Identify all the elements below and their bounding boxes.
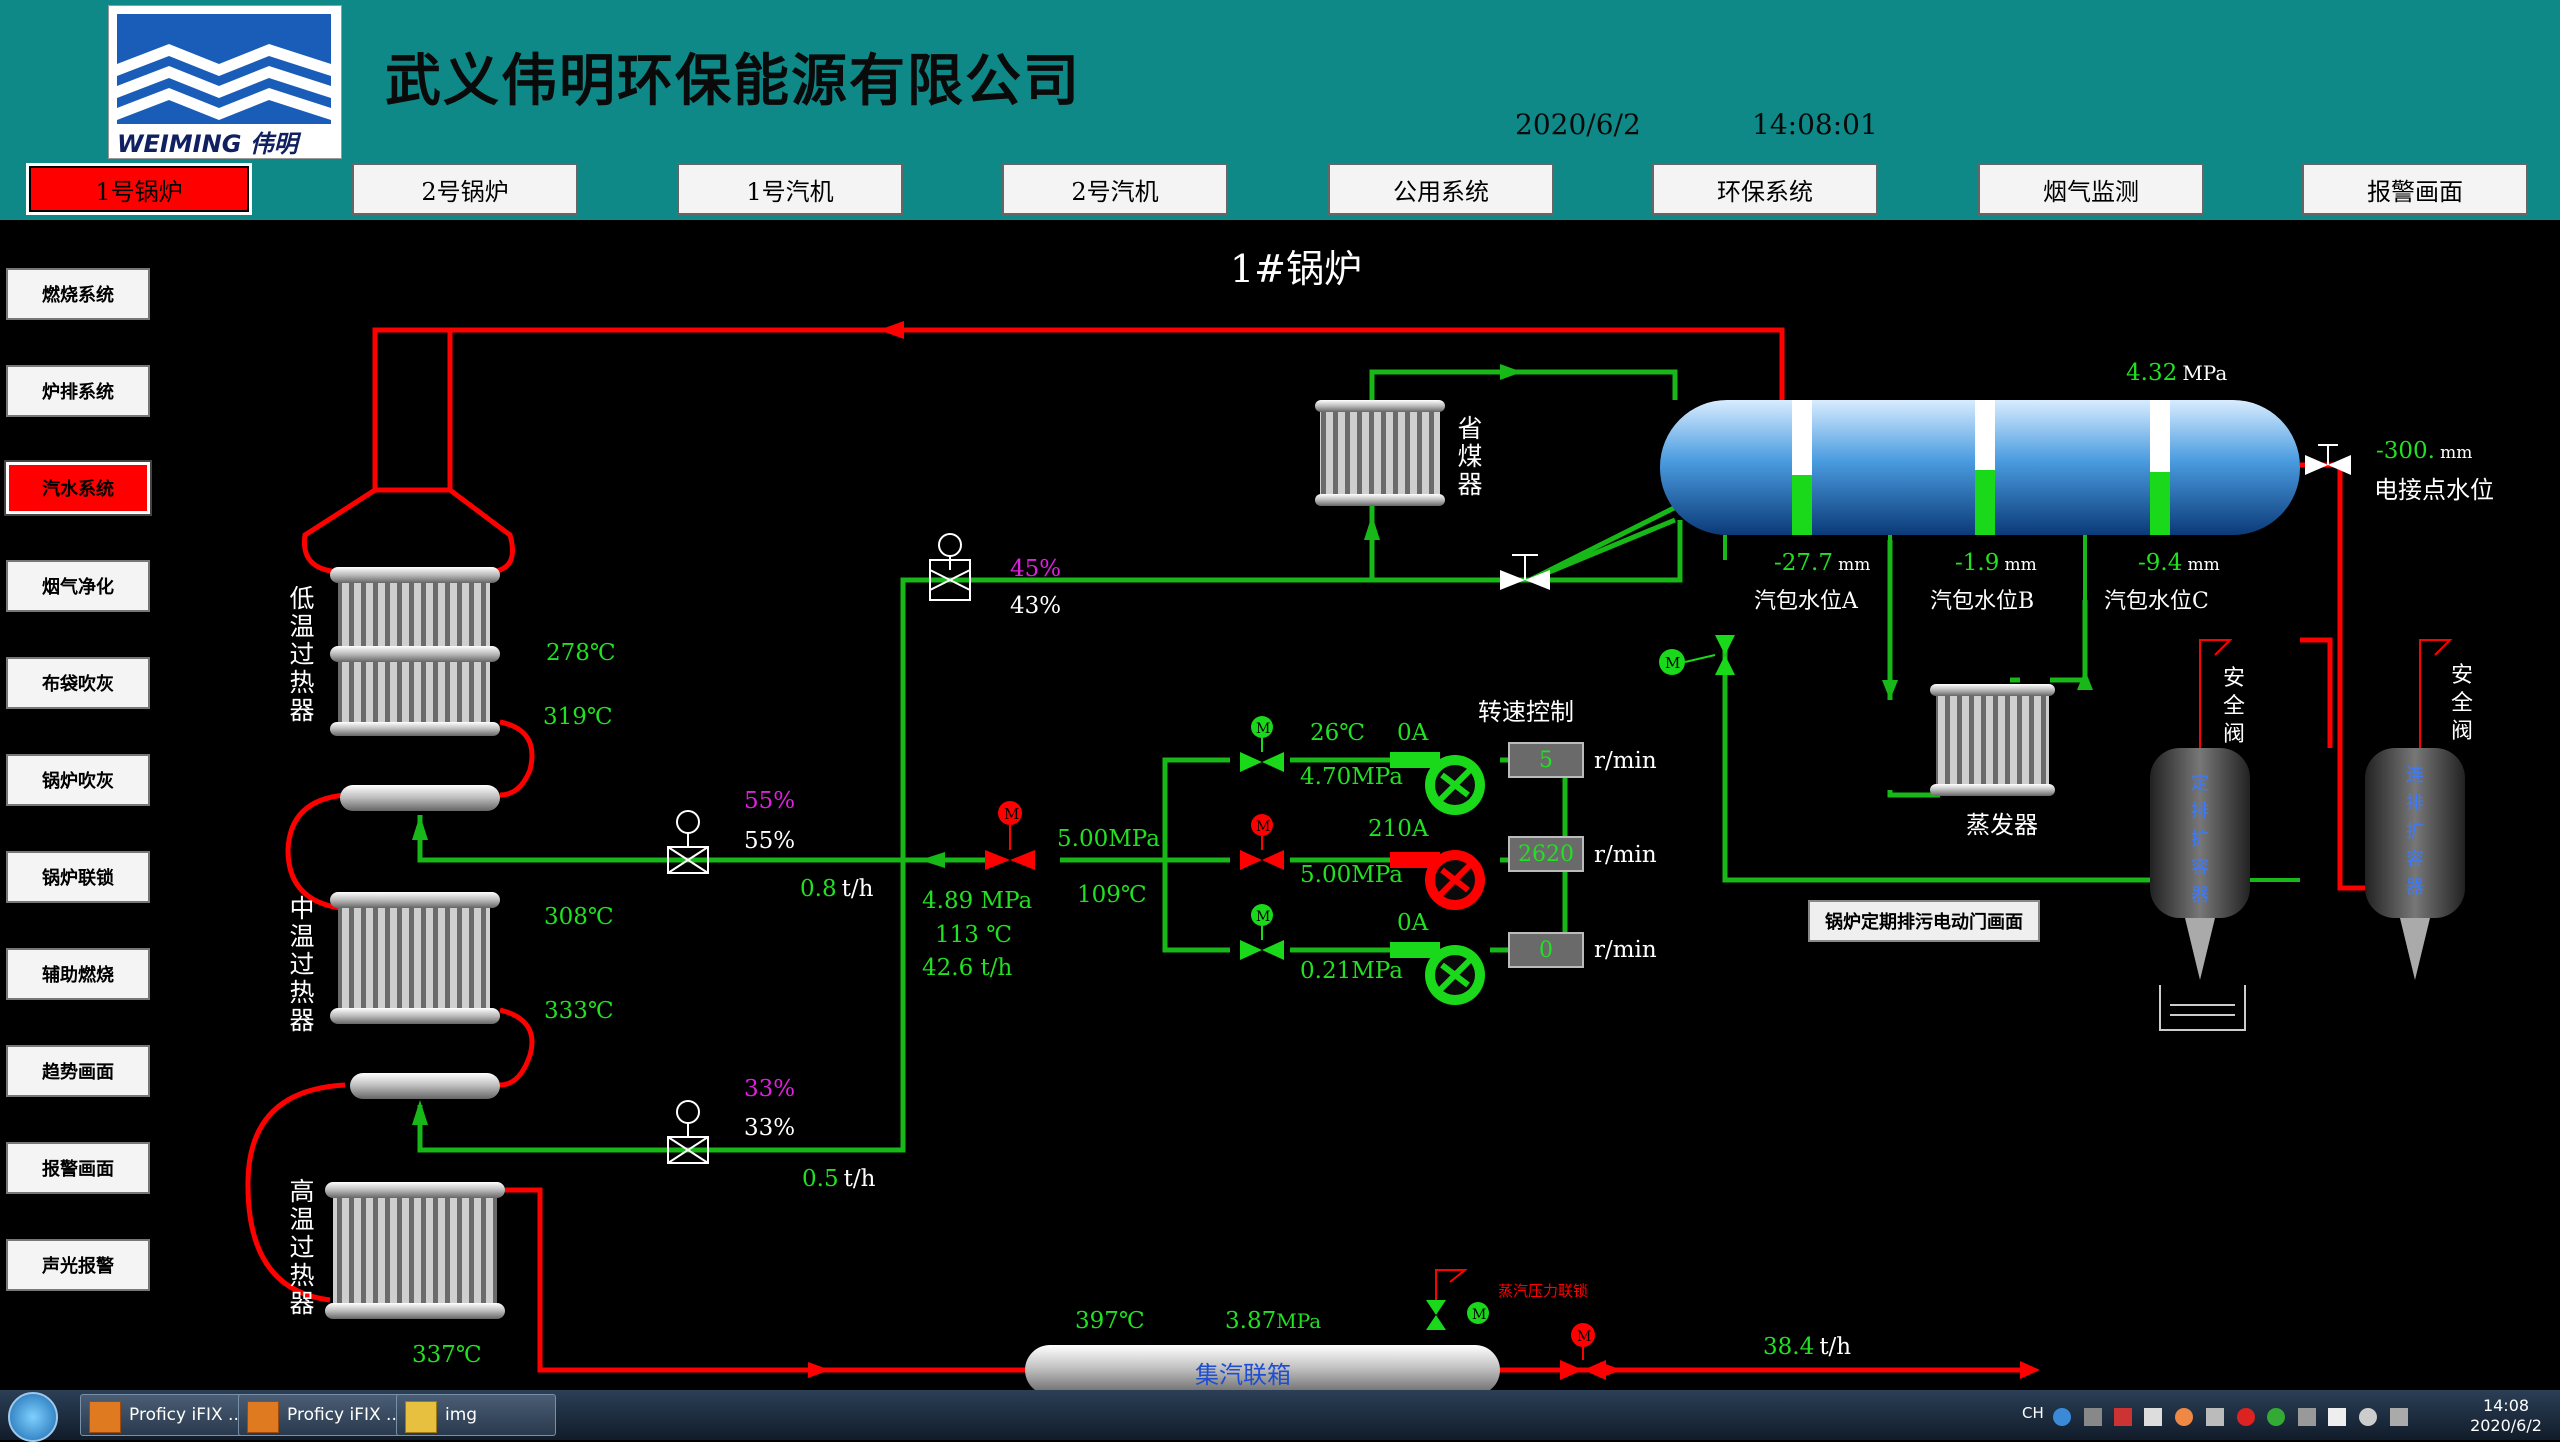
drum-level-c-label: 汽包水位C <box>2104 589 2209 614</box>
drum-level-c: -9.4 mm <box>2138 550 2220 576</box>
svg-text:M: M <box>1256 819 1270 835</box>
elec-level-valve <box>2305 444 2351 475</box>
svg-text:M: M <box>1577 1329 1591 1345</box>
drum-pressure: 4.32 MPa <box>2126 360 2228 386</box>
pump2-speed-unit: r/min <box>1594 842 1657 868</box>
tank2-label: 连排扩容器 <box>2406 765 2424 898</box>
ifix-app-icon <box>89 1401 121 1433</box>
low-sh-in-temp: 278℃ <box>546 640 616 666</box>
drum-level-b: -1.9 mm <box>1955 550 2037 576</box>
pump-3 <box>1390 942 1485 1005</box>
desuperheater-2 <box>350 1073 500 1099</box>
pump2-current: 210A <box>1368 816 1429 842</box>
taskbar-item-img-folder[interactable]: img <box>396 1394 556 1436</box>
desuper1-flow: 0.8 t/h <box>800 876 874 902</box>
start-button[interactable] <box>8 1392 58 1442</box>
pump3-speed-input[interactable]: 0 <box>1508 932 1584 968</box>
steam-header-temp: 397℃ <box>1075 1308 1145 1334</box>
mid-sh-in-temp: 308℃ <box>544 904 614 930</box>
mid-temp-superheater-label: 中温过热器 <box>289 894 315 1035</box>
pump2-speed-input[interactable]: 2620 <box>1508 836 1584 872</box>
pump-2 <box>1390 850 1485 910</box>
feed-control-valve <box>929 533 971 601</box>
desuper2-position: 33% <box>744 1115 796 1141</box>
high-sh-out-temp: 337℃ <box>412 1342 482 1368</box>
desuperheater-1 <box>340 785 500 811</box>
drum-level-a-label: 汽包水位A <box>1754 589 1858 614</box>
low-temp-superheater-label: 低温过热器 <box>289 584 315 725</box>
svg-text:M: M <box>1665 654 1680 672</box>
steam-drum <box>1660 400 2300 535</box>
pump3-pressure: 0.21MPa <box>1300 958 1403 984</box>
desuper-valve-2 <box>667 1100 709 1164</box>
high-temp-superheater <box>325 1182 505 1319</box>
feedwater-pressure: 4.89 MPa <box>922 888 1033 914</box>
mid-sh-out-temp: 333℃ <box>544 998 614 1024</box>
evaporator-label: 蒸发器 <box>1966 811 2038 839</box>
pump3-speed-unit: r/min <box>1594 937 1657 963</box>
evaporator <box>1930 684 2055 796</box>
drum-level-b-label: 汽包水位B <box>1930 589 2035 614</box>
taskbar-clock[interactable]: 14:08 2020/6/2 <box>2460 1396 2552 1436</box>
taskbar-item-ifix-1[interactable]: Proficy iFIX ... <box>80 1394 260 1436</box>
feed-header-pressure: 5.00MPa <box>1057 826 1160 852</box>
svg-text:M: M <box>1472 1307 1486 1323</box>
pump-1 <box>1390 752 1485 815</box>
desuper1-position: 55% <box>744 828 796 854</box>
svg-text:M: M <box>1256 721 1270 737</box>
pump1-speed-unit: r/min <box>1594 748 1657 774</box>
feedwater-motor-valve: M <box>985 801 1035 870</box>
process-diagram: M M M M M M M <box>245 321 2465 1390</box>
pump1-current: 0A <box>1397 720 1429 746</box>
blowdown-valve-screen-button[interactable]: 锅炉定期排污电动门画面 <box>1808 900 2040 942</box>
feed-valve-setpoint: 45% <box>1010 556 1062 582</box>
pump2-pressure: 5.00MPa <box>1300 862 1403 888</box>
feed-valve-position: 43% <box>1010 593 1062 619</box>
pump1-temp: 26℃ <box>1310 720 1365 746</box>
desuper2-setpoint: 33% <box>744 1076 796 1102</box>
taskbar-item-ifix-2[interactable]: Proficy iFIX ... <box>238 1394 418 1436</box>
feedwater-flow: 42.6 t/h <box>922 955 1013 981</box>
mid-temp-superheater <box>330 892 500 1024</box>
svg-text:M: M <box>1004 805 1019 823</box>
high-temp-superheater-label: 高温过热器 <box>289 1177 315 1318</box>
ifix-app-icon <box>247 1401 279 1433</box>
steam-interlock-valve: M <box>1426 1269 1489 1330</box>
steam-pressure-interlock-label: 蒸汽压力联锁 <box>1498 1282 1589 1300</box>
low-sh-out-temp: 319℃ <box>543 704 613 730</box>
desuper-valve-1 <box>667 810 709 874</box>
low-temp-superheater <box>330 567 500 736</box>
desuper2-flow: 0.5 t/h <box>802 1166 876 1192</box>
elec-level: -300. mm <box>2376 438 2473 464</box>
safety-valve-2-label: 安全阀 <box>2450 663 2473 744</box>
folder-icon <box>405 1401 437 1433</box>
economizer <box>1315 400 1445 506</box>
pump-inlet-valve-2: M <box>1240 814 1284 870</box>
steam-header-pressure: 3.87MPa <box>1225 1308 1322 1334</box>
tray-language[interactable]: CH <box>2022 1404 2044 1422</box>
pump3-current: 0A <box>1397 910 1429 936</box>
elec-level-label: 电接点水位 <box>2374 476 2494 504</box>
safety-valve-1-label: 安全阀 <box>2222 666 2245 747</box>
economizer-label: 省煤器 <box>1457 414 1483 499</box>
steam-header-label: 集汽联箱 <box>1195 1361 1291 1389</box>
pump-inlet-valve-1: M <box>1240 716 1284 772</box>
speed-control-title: 转速控制 <box>1478 698 1574 726</box>
system-tray-icons[interactable] <box>2050 1402 2450 1432</box>
pump-inlet-valve-3: M <box>1240 904 1284 960</box>
desuper1-setpoint: 55% <box>744 788 796 814</box>
tank1-label: 定排扩容器 <box>2191 773 2209 906</box>
feed-header-temp: 109℃ <box>1077 882 1147 908</box>
svg-text:M: M <box>1256 909 1270 925</box>
main-steam-flow: 38.4 t/h <box>1763 1334 1852 1360</box>
pump1-speed-input[interactable]: 5 <box>1508 742 1584 778</box>
feedwater-temp: 113 ℃ <box>935 922 1012 948</box>
drum-level-a: -27.7 mm <box>1774 550 1871 576</box>
pump1-pressure: 4.70MPa <box>1300 764 1403 790</box>
